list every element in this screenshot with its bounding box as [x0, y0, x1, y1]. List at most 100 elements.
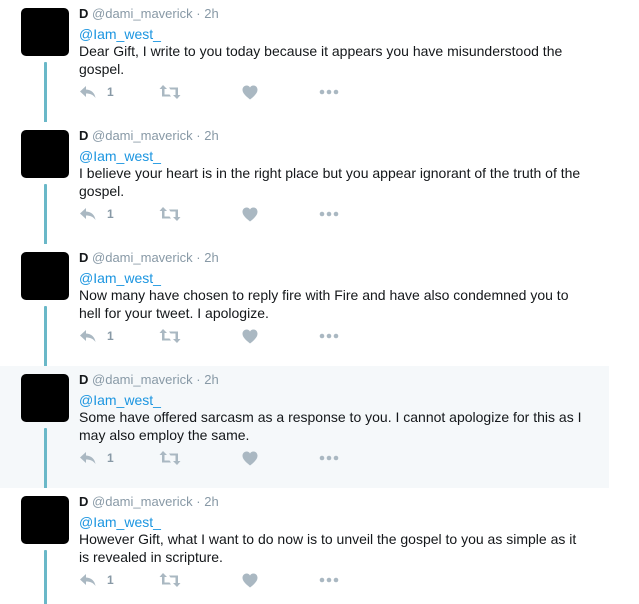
author-name[interactable]: D	[79, 6, 88, 21]
retweet-button[interactable]	[159, 448, 181, 468]
retweet-button[interactable]	[159, 570, 181, 590]
more-button[interactable]	[319, 82, 339, 102]
avatar[interactable]	[21, 252, 69, 300]
heart-icon	[242, 207, 258, 222]
thread-connector-line	[44, 306, 47, 372]
tweet[interactable]: D @dami_maverick · 2h @Iam_west_ Some ha…	[0, 366, 609, 494]
author-handle[interactable]: @dami_maverick	[92, 128, 193, 143]
tweet-text: However Gift, what I want to do now is t…	[79, 531, 577, 565]
tweet-thread: D @dami_maverick · 2h @Iam_west_ Dear Gi…	[0, 0, 609, 604]
more-dots-icon	[319, 211, 339, 217]
tweet-header: D @dami_maverick · 2h	[79, 250, 219, 266]
reply-button[interactable]: 1	[79, 570, 114, 590]
avatar[interactable]	[21, 374, 69, 422]
tweet[interactable]: D @dami_maverick · 2h @Iam_west_ Now man…	[0, 244, 609, 372]
reply-button[interactable]: 1	[79, 204, 114, 224]
separator-dot: ·	[196, 250, 201, 265]
thread-connector-line	[44, 62, 47, 128]
reply-icon	[79, 450, 97, 466]
author-name[interactable]: D	[79, 128, 88, 143]
reply-mention[interactable]: @Iam_west_	[79, 147, 161, 165]
more-button[interactable]	[319, 326, 339, 346]
tweet-timestamp[interactable]: 2h	[204, 250, 218, 265]
like-button[interactable]	[242, 204, 258, 224]
reply-icon	[79, 84, 97, 100]
retweet-icon	[159, 84, 181, 100]
separator-dot: ·	[196, 372, 201, 387]
tweet-text: Some have offered sarcasm as a response …	[79, 409, 582, 443]
tweet-header: D @dami_maverick · 2h	[79, 6, 219, 22]
avatar[interactable]	[21, 130, 69, 178]
reply-icon	[79, 328, 97, 344]
retweet-icon	[159, 206, 181, 222]
retweet-icon	[159, 572, 181, 588]
tweet-header: D @dami_maverick · 2h	[79, 128, 219, 144]
like-button[interactable]	[242, 82, 258, 102]
tweet-header: D @dami_maverick · 2h	[79, 372, 219, 388]
thread-connector-line	[44, 550, 47, 604]
retweet-icon	[159, 328, 181, 344]
heart-icon	[242, 573, 258, 588]
separator-dot: ·	[196, 128, 201, 143]
reply-mention[interactable]: @Iam_west_	[79, 513, 161, 531]
tweet-actions: 1	[79, 570, 379, 590]
retweet-button[interactable]	[159, 82, 181, 102]
reply-count: 1	[107, 85, 114, 99]
thread-connector-line	[44, 184, 47, 250]
more-dots-icon	[319, 333, 339, 339]
reply-mention[interactable]: @Iam_west_	[79, 25, 161, 43]
more-dots-icon	[319, 455, 339, 461]
reply-count: 1	[107, 451, 114, 465]
author-handle[interactable]: @dami_maverick	[92, 372, 193, 387]
retweet-button[interactable]	[159, 326, 181, 346]
tweet[interactable]: D @dami_maverick · 2h @Iam_west_ Dear Gi…	[0, 0, 609, 128]
separator-dot: ·	[196, 494, 201, 509]
author-name[interactable]: D	[79, 250, 88, 265]
tweet-text: Dear Gift, I write to you today because …	[79, 43, 563, 77]
avatar[interactable]	[21, 8, 69, 56]
more-button[interactable]	[319, 204, 339, 224]
tweet-timestamp[interactable]: 2h	[204, 128, 218, 143]
tweet[interactable]: D @dami_maverick · 2h @Iam_west_ However…	[0, 488, 609, 604]
separator-dot: ·	[196, 6, 201, 21]
like-button[interactable]	[242, 570, 258, 590]
heart-icon	[242, 451, 258, 466]
thread-connector-line	[44, 428, 47, 494]
reply-icon	[79, 572, 97, 588]
like-button[interactable]	[242, 448, 258, 468]
author-handle[interactable]: @dami_maverick	[92, 250, 193, 265]
heart-icon	[242, 85, 258, 100]
tweet-actions: 1	[79, 326, 379, 346]
reply-button[interactable]: 1	[79, 448, 114, 468]
more-button[interactable]	[319, 570, 339, 590]
avatar[interactable]	[21, 496, 69, 544]
more-button[interactable]	[319, 448, 339, 468]
reply-icon	[79, 206, 97, 222]
tweet-timestamp[interactable]: 2h	[204, 6, 218, 21]
author-handle[interactable]: @dami_maverick	[92, 6, 193, 21]
tweet-actions: 1	[79, 82, 379, 102]
more-dots-icon	[319, 577, 339, 583]
reply-mention[interactable]: @Iam_west_	[79, 269, 161, 287]
reply-button[interactable]: 1	[79, 326, 114, 346]
retweet-icon	[159, 450, 181, 466]
heart-icon	[242, 329, 258, 344]
tweet[interactable]: D @dami_maverick · 2h @Iam_west_ I belie…	[0, 122, 609, 250]
tweet-timestamp[interactable]: 2h	[204, 494, 218, 509]
author-name[interactable]: D	[79, 494, 88, 509]
retweet-button[interactable]	[159, 204, 181, 224]
tweet-timestamp[interactable]: 2h	[204, 372, 218, 387]
reply-button[interactable]: 1	[79, 82, 114, 102]
author-handle[interactable]: @dami_maverick	[92, 494, 193, 509]
like-button[interactable]	[242, 326, 258, 346]
author-name[interactable]: D	[79, 372, 88, 387]
reply-count: 1	[107, 329, 114, 343]
reply-count: 1	[107, 573, 114, 587]
tweet-header: D @dami_maverick · 2h	[79, 494, 219, 510]
tweet-actions: 1	[79, 204, 379, 224]
tweet-text: Now many have chosen to reply fire with …	[79, 287, 569, 321]
reply-mention[interactable]: @Iam_west_	[79, 391, 161, 409]
tweet-text: I believe your heart is in the right pla…	[79, 165, 581, 199]
tweet-actions: 1	[79, 448, 379, 468]
more-dots-icon	[319, 89, 339, 95]
